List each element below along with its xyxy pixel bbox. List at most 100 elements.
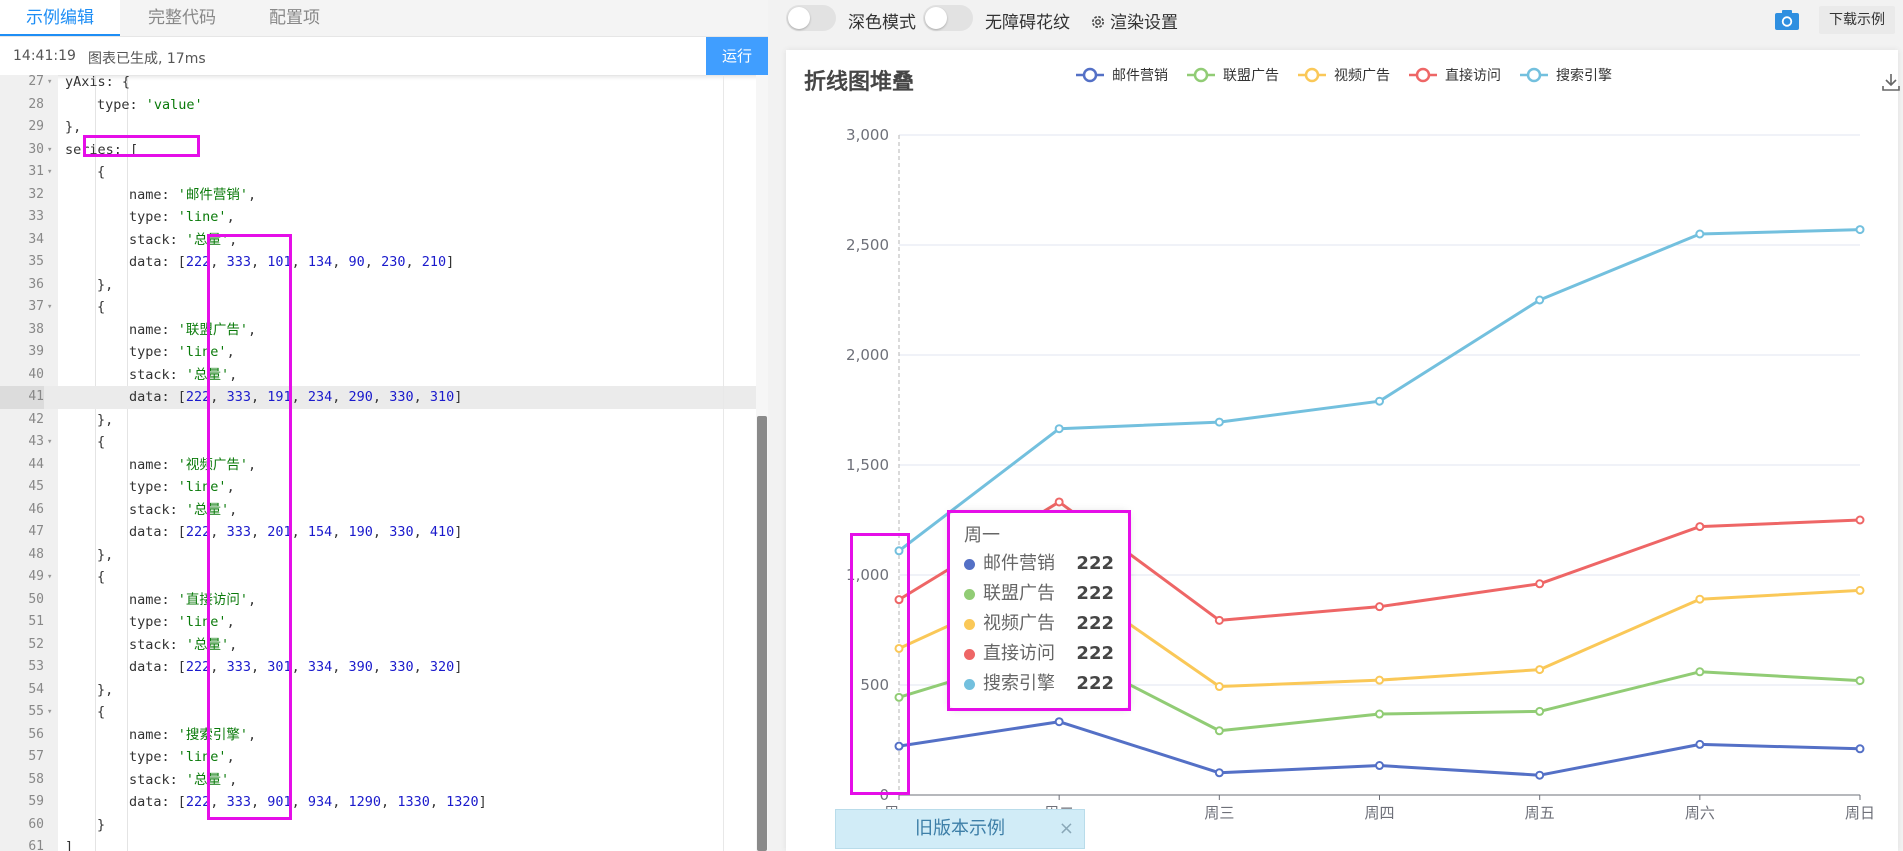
fold-arrow-icon[interactable]: ▾ (47, 75, 52, 94)
code-line[interactable]: 33 type: 'line', (0, 206, 756, 229)
data-point[interactable] (1695, 522, 1705, 532)
render-settings-button[interactable]: 渲染设置 (1090, 8, 1178, 33)
close-icon[interactable]: × (1059, 810, 1074, 848)
legend-item[interactable]: 直接访问 (1445, 67, 1501, 84)
data-point[interactable] (1375, 709, 1384, 719)
code-line[interactable]: 53 data: [222, 333, 301, 334, 390, 330, 3… (0, 656, 756, 679)
data-point[interactable] (1535, 706, 1545, 716)
data-point[interactable] (1375, 602, 1384, 612)
code-line[interactable]: 34 stack: '总量', (0, 229, 756, 252)
data-point[interactable] (1214, 615, 1224, 625)
code-line[interactable]: 54}, (0, 679, 756, 702)
fold-arrow-icon[interactable]: ▾ (47, 566, 52, 589)
code-line[interactable]: 60} (0, 814, 756, 837)
tab-example-edit[interactable]: 示例编辑 (0, 0, 120, 36)
tab-options[interactable]: 配置项 (243, 0, 346, 36)
data-point[interactable] (1695, 229, 1705, 239)
data-point[interactable] (1535, 295, 1545, 305)
code-line[interactable]: 41 data: [222, 333, 191, 234, 290, 330, 3… (0, 386, 756, 409)
code-editor[interactable]: 27 ▾ yAxis: {28 type: 'value' 29}, 30 ▾ series:… (0, 75, 768, 851)
code-line[interactable]: 55 ▾ { (0, 701, 756, 724)
legend-item[interactable]: 搜索引擎 (1556, 67, 1612, 84)
code-line[interactable]: 28 type: 'value' (0, 94, 756, 117)
code-line[interactable]: 43 ▾ { (0, 431, 756, 454)
code-line[interactable]: 58 stack: '总量', (0, 769, 756, 792)
code-line[interactable]: 38 name: '联盟广告', (0, 319, 756, 342)
data-point[interactable] (894, 595, 904, 605)
code-line[interactable]: 47 data: [222, 333, 201, 154, 190, 330, 4… (0, 521, 756, 544)
code-line[interactable]: 30 ▾ series: [ (0, 139, 756, 162)
data-point[interactable] (894, 692, 904, 702)
data-point[interactable] (1535, 579, 1545, 589)
download-example-button[interactable]: 下载示例 (1819, 6, 1895, 34)
code-line[interactable]: 35 data: [222, 333, 101, 134, 90, 230, 21… (0, 251, 756, 274)
code-line[interactable]: 48}, (0, 544, 756, 567)
data-point[interactable] (1855, 676, 1865, 686)
legend-marker-icon[interactable] (1193, 67, 1209, 83)
code-line[interactable]: 59 data: [222, 333, 901, 934, 1290, 1330,… (0, 791, 756, 814)
code-line[interactable]: 29}, (0, 116, 756, 139)
save-image-icon[interactable] (1880, 71, 1902, 93)
code-line[interactable]: 57 type: 'line', (0, 746, 756, 769)
old-version-banner[interactable]: 旧版本示例 × (835, 809, 1085, 849)
data-point[interactable] (1054, 424, 1064, 434)
code-line[interactable]: 49 ▾ { (0, 566, 756, 589)
code-line[interactable]: 32 name: '邮件营销', (0, 184, 756, 207)
data-point[interactable] (1695, 739, 1705, 749)
fold-arrow-icon[interactable]: ▾ (47, 161, 52, 184)
legend-marker-icon[interactable] (1082, 67, 1098, 83)
code-line[interactable]: 36}, (0, 274, 756, 297)
data-point[interactable] (1535, 770, 1545, 780)
data-point[interactable] (1855, 225, 1865, 235)
data-point[interactable] (1375, 675, 1384, 685)
data-point[interactable] (1855, 585, 1865, 595)
data-point[interactable] (1695, 594, 1705, 604)
data-point[interactable] (1695, 667, 1705, 677)
code-line[interactable]: 31 ▾ { (0, 161, 756, 184)
code-line[interactable]: 44 name: '视频广告', (0, 454, 756, 477)
legend-marker-icon[interactable] (1526, 67, 1542, 83)
line-chart[interactable]: 05001,0001,5002,0002,5003,000周一周二周三周四周五周… (786, 50, 1898, 851)
data-point[interactable] (1855, 744, 1865, 754)
data-point[interactable] (1375, 396, 1384, 406)
legend-item[interactable]: 邮件营销 (1112, 68, 1168, 84)
code-line[interactable]: 51 type: 'line', (0, 611, 756, 634)
code-line[interactable]: 37 ▾ { (0, 296, 756, 319)
fold-arrow-icon[interactable]: ▾ (47, 701, 52, 724)
data-point[interactable] (1535, 665, 1545, 675)
dark-mode-toggle[interactable] (786, 5, 836, 31)
camera-icon[interactable] (1774, 9, 1800, 31)
data-point[interactable] (1214, 682, 1224, 692)
accessibility-toggle[interactable] (923, 5, 973, 31)
editor-scrollbar-thumb[interactable] (757, 416, 767, 851)
data-point[interactable] (894, 643, 904, 653)
data-point[interactable] (1214, 417, 1224, 427)
data-point[interactable] (1054, 497, 1064, 507)
data-point[interactable] (894, 741, 904, 751)
code-line[interactable]: 42}, (0, 409, 756, 432)
run-button[interactable]: 运行 (706, 37, 768, 75)
data-point[interactable] (1855, 515, 1865, 525)
data-point[interactable] (1054, 717, 1064, 727)
code-line[interactable]: 52 stack: '总量', (0, 634, 756, 657)
code-line[interactable]: 39 type: 'line', (0, 341, 756, 364)
code-line[interactable]: 46 stack: '总量', (0, 499, 756, 522)
code-line[interactable]: 56 name: '搜索引擎', (0, 724, 756, 747)
data-point[interactable] (1214, 726, 1224, 736)
series-line[interactable] (898, 228, 1861, 552)
code-line[interactable]: 61] (0, 836, 756, 851)
data-point[interactable] (1214, 768, 1224, 778)
fold-arrow-icon[interactable]: ▾ (47, 431, 52, 454)
legend-item[interactable]: 视频广告 (1334, 68, 1390, 84)
fold-arrow-icon[interactable]: ▾ (47, 296, 52, 319)
code-line[interactable]: 45 type: 'line', (0, 476, 756, 499)
legend-marker-icon[interactable] (1304, 67, 1320, 83)
data-point[interactable] (1375, 761, 1384, 771)
code-line[interactable]: 27 ▾ yAxis: { (0, 75, 756, 94)
legend-marker-icon[interactable] (1415, 67, 1431, 83)
fold-arrow-icon[interactable]: ▾ (47, 139, 52, 162)
legend-item[interactable]: 联盟广告 (1223, 68, 1279, 84)
tab-full-code[interactable]: 完整代码 (122, 0, 242, 36)
code-line[interactable]: 40 stack: '总量', (0, 364, 756, 387)
code-line[interactable]: 50 name: '直接访问', (0, 589, 756, 612)
